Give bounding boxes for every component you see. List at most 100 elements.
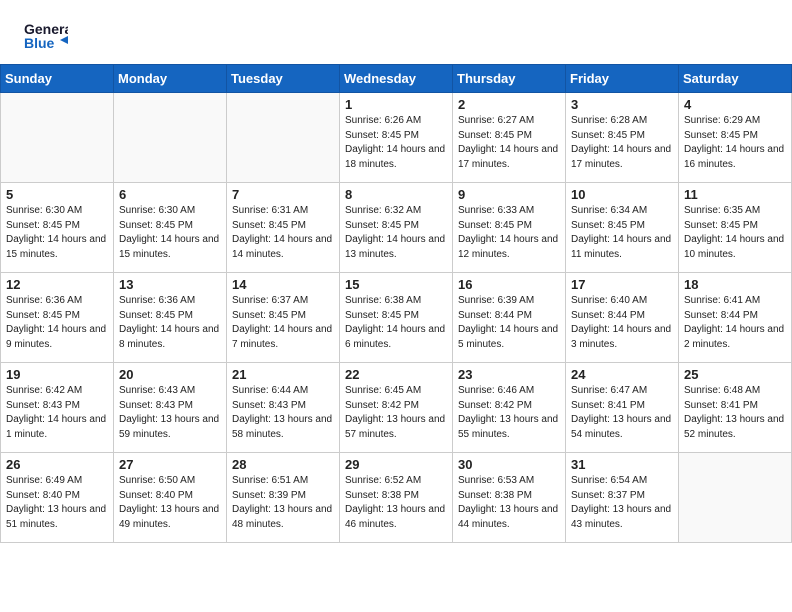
day-number: 18: [684, 277, 786, 292]
calendar-cell: [227, 93, 340, 183]
calendar-cell: 15Sunrise: 6:38 AM Sunset: 8:45 PM Dayli…: [340, 273, 453, 363]
week-row-3: 12 Sunrise: 6:36 AM Sunset: 8:45 PM Dayli…: [1, 273, 792, 363]
cell-info: Sunrise: 6:42 AM Sunset: 8:43 PM Dayligh…: [6, 384, 108, 442]
calendar-cell: 11 Sunrise: 6:35 AM Sunset: 8:45 PM Dayli…: [679, 183, 792, 273]
day-number: 26: [6, 457, 108, 472]
day-number: 25: [684, 367, 786, 382]
weekday-tuesday: Tuesday: [227, 65, 340, 93]
cell-info: Sunrise: 6:41 AM Sunset: 8:44 PM Dayligh…: [684, 294, 786, 352]
day-number: 28: [232, 457, 334, 472]
calendar-cell: [1, 93, 114, 183]
day-number: 15: [345, 277, 447, 292]
day-number: 9: [458, 187, 560, 202]
cell-info: Sunrise: 6:54 AM Sunset: 8:37 PM Dayligh…: [571, 474, 673, 532]
calendar-cell: 16 Sunrise: 6:39 AM Sunset: 8:44 PM Dayli…: [453, 273, 566, 363]
cell-info: Sunrise: 6:48 AM Sunset: 8:41 PM Dayligh…: [684, 384, 786, 442]
calendar-cell: [679, 453, 792, 543]
weekday-friday: Friday: [566, 65, 679, 93]
cell-info: Sunrise: 6:44 AM Sunset: 8:43 PM Dayligh…: [232, 384, 334, 442]
cell-info: Sunrise: 6:37 AM Sunset: 8:45 PM Dayligh…: [232, 294, 334, 352]
page-header: General Blue: [0, 0, 792, 64]
cell-info: Sunrise: 6:36 AM Sunset: 8:45 PM Dayligh…: [119, 294, 221, 352]
logo-icon: General Blue: [24, 18, 68, 56]
day-number: 27: [119, 457, 221, 472]
calendar-cell: 6 Sunrise: 6:30 AM Sunset: 8:45 PM Daylig…: [114, 183, 227, 273]
cell-info: Sunrise: 6:52 AM Sunset: 8:38 PM Dayligh…: [345, 474, 447, 532]
cell-info: Sunrise: 6:32 AM Sunset: 8:45 PM Dayligh…: [345, 204, 447, 262]
svg-text:Blue: Blue: [24, 35, 55, 51]
weekday-monday: Monday: [114, 65, 227, 93]
cell-info: Sunrise: 6:34 AM Sunset: 8:45 PM Dayligh…: [571, 204, 673, 262]
week-row-5: 26 Sunrise: 6:49 AM Sunset: 8:40 PM Dayli…: [1, 453, 792, 543]
day-number: 21: [232, 367, 334, 382]
calendar-cell: 26 Sunrise: 6:49 AM Sunset: 8:40 PM Dayli…: [1, 453, 114, 543]
calendar-cell: 27Sunrise: 6:50 AM Sunset: 8:40 PM Dayli…: [114, 453, 227, 543]
cell-info: Sunrise: 6:51 AM Sunset: 8:39 PM Dayligh…: [232, 474, 334, 532]
calendar-cell: 3 Sunrise: 6:28 AM Sunset: 8:45 PM Daylig…: [566, 93, 679, 183]
calendar-cell: 14Sunrise: 6:37 AM Sunset: 8:45 PM Dayli…: [227, 273, 340, 363]
weekday-header-row: SundayMondayTuesdayWednesdayThursdayFrid…: [1, 65, 792, 93]
week-row-2: 5 Sunrise: 6:30 AM Sunset: 8:45 PM Daylig…: [1, 183, 792, 273]
calendar-cell: 4 Sunrise: 6:29 AM Sunset: 8:45 PM Daylig…: [679, 93, 792, 183]
cell-info: Sunrise: 6:40 AM Sunset: 8:44 PM Dayligh…: [571, 294, 673, 352]
day-number: 13: [119, 277, 221, 292]
calendar-table: SundayMondayTuesdayWednesdayThursdayFrid…: [0, 64, 792, 543]
weekday-saturday: Saturday: [679, 65, 792, 93]
calendar-cell: 9Sunrise: 6:33 AM Sunset: 8:45 PM Daylig…: [453, 183, 566, 273]
day-number: 7: [232, 187, 334, 202]
weekday-wednesday: Wednesday: [340, 65, 453, 93]
day-number: 16: [458, 277, 560, 292]
day-number: 29: [345, 457, 447, 472]
cell-info: Sunrise: 6:36 AM Sunset: 8:45 PM Dayligh…: [6, 294, 108, 352]
calendar-cell: 5Sunrise: 6:30 AM Sunset: 8:45 PM Daylig…: [1, 183, 114, 273]
calendar-body: 1 Sunrise: 6:26 AM Sunset: 8:45 PM Daylig…: [1, 93, 792, 543]
calendar-cell: 28 Sunrise: 6:51 AM Sunset: 8:39 PM Dayli…: [227, 453, 340, 543]
cell-info: Sunrise: 6:49 AM Sunset: 8:40 PM Dayligh…: [6, 474, 108, 532]
cell-info: Sunrise: 6:28 AM Sunset: 8:45 PM Dayligh…: [571, 114, 673, 172]
day-number: 4: [684, 97, 786, 112]
day-number: 5: [6, 187, 108, 202]
day-number: 1: [345, 97, 447, 112]
day-number: 10: [571, 187, 673, 202]
cell-info: Sunrise: 6:30 AM Sunset: 8:45 PM Dayligh…: [119, 204, 221, 262]
cell-info: Sunrise: 6:47 AM Sunset: 8:41 PM Dayligh…: [571, 384, 673, 442]
cell-info: Sunrise: 6:46 AM Sunset: 8:42 PM Dayligh…: [458, 384, 560, 442]
calendar-cell: [114, 93, 227, 183]
calendar-cell: 31 Sunrise: 6:54 AM Sunset: 8:37 PM Dayli…: [566, 453, 679, 543]
cell-info: Sunrise: 6:45 AM Sunset: 8:42 PM Dayligh…: [345, 384, 447, 442]
day-number: 8: [345, 187, 447, 202]
calendar-cell: 18 Sunrise: 6:41 AM Sunset: 8:44 PM Dayli…: [679, 273, 792, 363]
cell-info: Sunrise: 6:35 AM Sunset: 8:45 PM Dayligh…: [684, 204, 786, 262]
week-row-4: 19 Sunrise: 6:42 AM Sunset: 8:43 PM Dayli…: [1, 363, 792, 453]
day-number: 24: [571, 367, 673, 382]
calendar-cell: 13 Sunrise: 6:36 AM Sunset: 8:45 PM Dayli…: [114, 273, 227, 363]
day-number: 6: [119, 187, 221, 202]
cell-info: Sunrise: 6:27 AM Sunset: 8:45 PM Dayligh…: [458, 114, 560, 172]
day-number: 30: [458, 457, 560, 472]
calendar-cell: 20Sunrise: 6:43 AM Sunset: 8:43 PM Dayli…: [114, 363, 227, 453]
calendar-cell: 22Sunrise: 6:45 AM Sunset: 8:42 PM Dayli…: [340, 363, 453, 453]
day-number: 3: [571, 97, 673, 112]
cell-info: Sunrise: 6:26 AM Sunset: 8:45 PM Dayligh…: [345, 114, 447, 172]
calendar-cell: 19 Sunrise: 6:42 AM Sunset: 8:43 PM Dayli…: [1, 363, 114, 453]
cell-info: Sunrise: 6:43 AM Sunset: 8:43 PM Dayligh…: [119, 384, 221, 442]
calendar-cell: 23 Sunrise: 6:46 AM Sunset: 8:42 PM Dayli…: [453, 363, 566, 453]
calendar-cell: 12 Sunrise: 6:36 AM Sunset: 8:45 PM Dayli…: [1, 273, 114, 363]
cell-info: Sunrise: 6:29 AM Sunset: 8:45 PM Dayligh…: [684, 114, 786, 172]
logo: General Blue: [24, 18, 68, 56]
weekday-thursday: Thursday: [453, 65, 566, 93]
calendar-cell: 29 Sunrise: 6:52 AM Sunset: 8:38 PM Dayli…: [340, 453, 453, 543]
day-number: 19: [6, 367, 108, 382]
calendar-cell: 30 Sunrise: 6:53 AM Sunset: 8:38 PM Dayli…: [453, 453, 566, 543]
day-number: 31: [571, 457, 673, 472]
day-number: 12: [6, 277, 108, 292]
day-number: 23: [458, 367, 560, 382]
calendar-cell: 2Sunrise: 6:27 AM Sunset: 8:45 PM Daylig…: [453, 93, 566, 183]
week-row-1: 1 Sunrise: 6:26 AM Sunset: 8:45 PM Daylig…: [1, 93, 792, 183]
calendar-cell: 24 Sunrise: 6:47 AM Sunset: 8:41 PM Dayli…: [566, 363, 679, 453]
cell-info: Sunrise: 6:53 AM Sunset: 8:38 PM Dayligh…: [458, 474, 560, 532]
cell-info: Sunrise: 6:39 AM Sunset: 8:44 PM Dayligh…: [458, 294, 560, 352]
day-number: 11: [684, 187, 786, 202]
cell-info: Sunrise: 6:31 AM Sunset: 8:45 PM Dayligh…: [232, 204, 334, 262]
weekday-sunday: Sunday: [1, 65, 114, 93]
